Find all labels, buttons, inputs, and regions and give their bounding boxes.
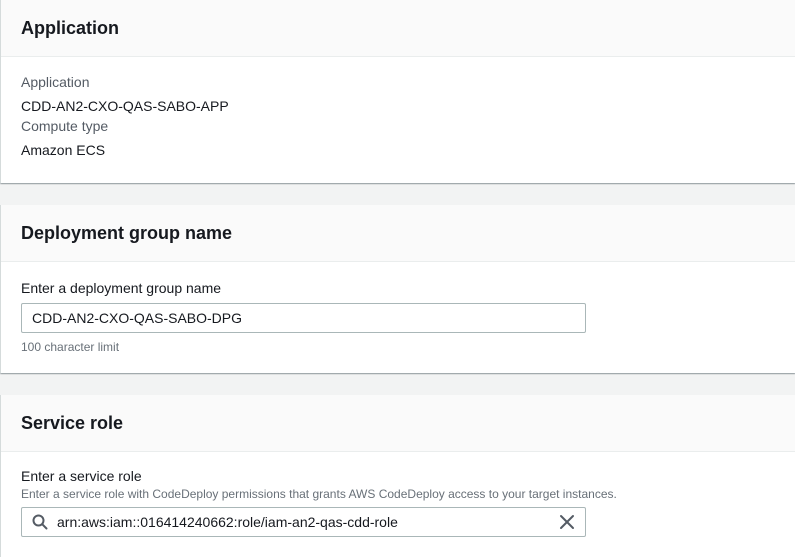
service-role-panel-header: Service role bbox=[1, 395, 795, 452]
application-panel: Application Application CDD-AN2-CXO-QAS-… bbox=[0, 0, 795, 183]
close-icon[interactable] bbox=[559, 514, 575, 530]
service-role-input-value[interactable]: arn:aws:iam::016414240662:role/iam-an2-q… bbox=[57, 508, 398, 536]
application-label: Application bbox=[21, 74, 90, 90]
service-role-description: Enter a service role with CodeDeploy per… bbox=[21, 487, 617, 501]
compute-type-label: Compute type bbox=[21, 118, 109, 134]
deployment-group-panel: Deployment group name Enter a deployment… bbox=[0, 205, 795, 373]
compute-type-value: Amazon ECS bbox=[21, 142, 106, 158]
application-value: CDD-AN2-CXO-QAS-SABO-APP bbox=[21, 98, 229, 114]
deployment-group-panel-title: Deployment group name bbox=[21, 222, 233, 243]
service-role-panel-body: Enter a service role Enter a service rol… bbox=[1, 452, 795, 537]
service-role-panel: Service role Enter a service role Enter … bbox=[0, 395, 795, 557]
application-panel-header: Application bbox=[1, 0, 795, 57]
deployment-group-name-input[interactable] bbox=[21, 303, 586, 333]
deployment-group-panel-body: Enter a deployment group name 100 charac… bbox=[1, 262, 795, 355]
deployment-group-panel-header: Deployment group name bbox=[1, 205, 795, 262]
service-role-label: Enter a service role bbox=[21, 468, 142, 484]
deployment-group-name-constraint: 100 character limit bbox=[21, 340, 120, 354]
application-panel-title: Application bbox=[21, 17, 119, 38]
application-panel-body: Application CDD-AN2-CXO-QAS-SABO-APP Com… bbox=[1, 57, 795, 160]
search-icon bbox=[32, 514, 48, 530]
service-role-panel-title: Service role bbox=[21, 412, 124, 433]
service-role-autosuggest[interactable]: arn:aws:iam::016414240662:role/iam-an2-q… bbox=[21, 507, 586, 537]
deployment-group-name-label: Enter a deployment group name bbox=[21, 280, 222, 296]
